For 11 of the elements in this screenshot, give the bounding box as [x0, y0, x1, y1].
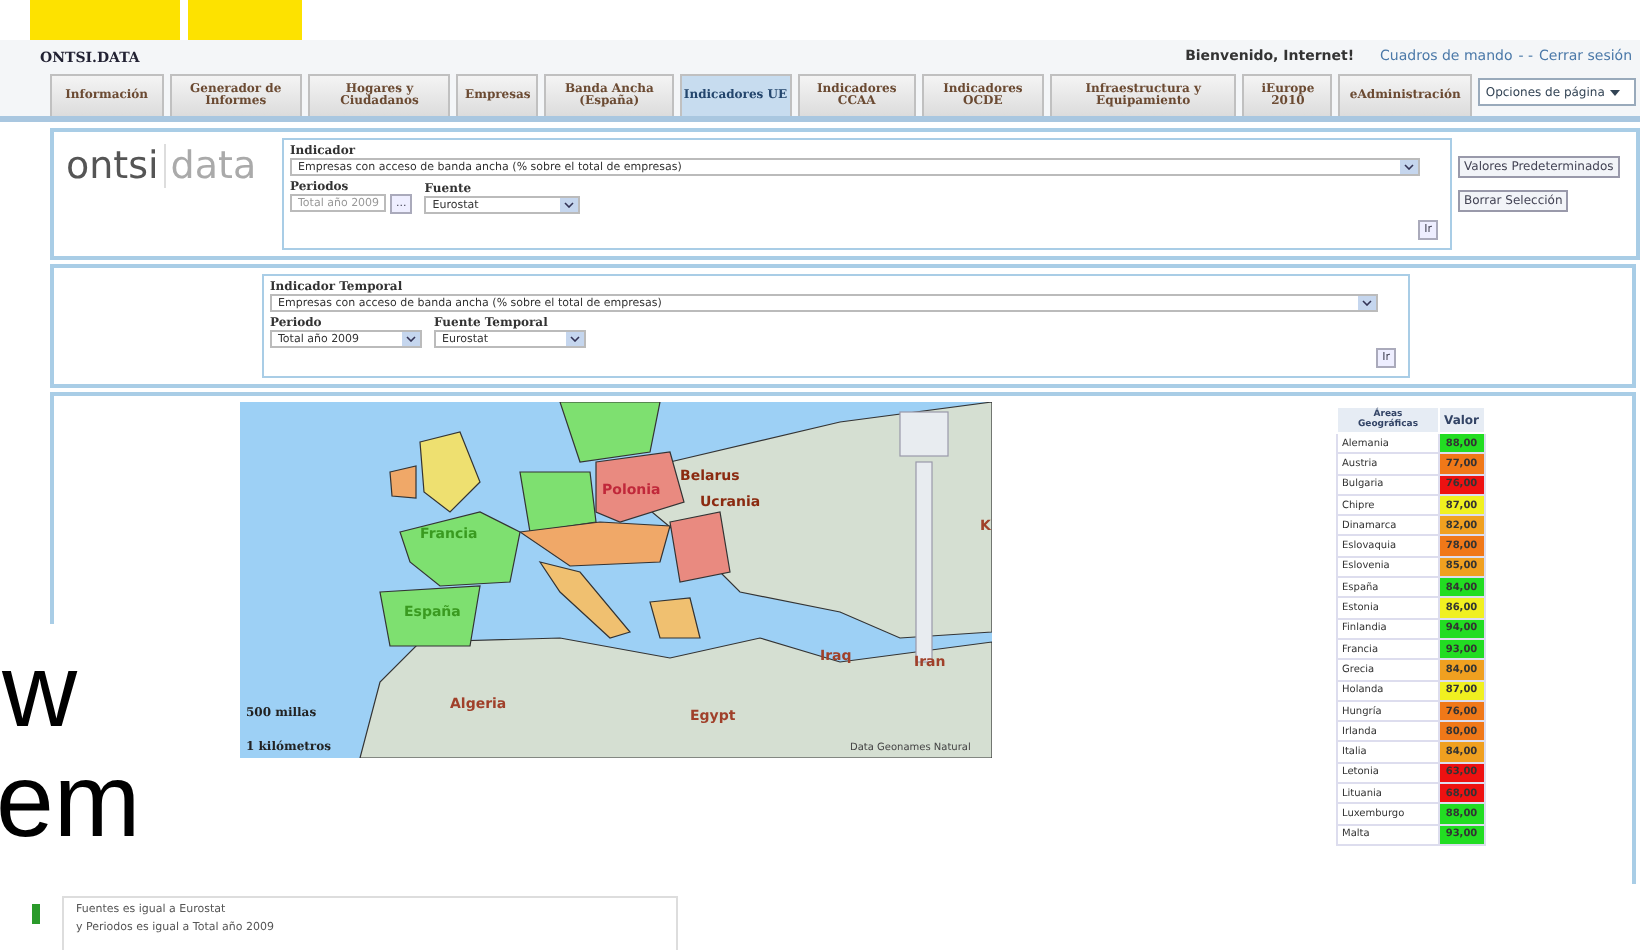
- caret-icon: [1358, 296, 1376, 310]
- ontsi-logo: ontsi data: [64, 142, 259, 192]
- caret-icon: [402, 332, 420, 346]
- slide-text: w: [2, 640, 78, 744]
- caret-icon: [1400, 160, 1418, 174]
- caret-icon: [560, 198, 579, 212]
- caret-icon: [1610, 89, 1621, 95]
- slide-text: em: [0, 750, 141, 854]
- logo-banner: [188, 0, 302, 40]
- caret-icon: [566, 332, 584, 346]
- slide-marker: [32, 904, 40, 924]
